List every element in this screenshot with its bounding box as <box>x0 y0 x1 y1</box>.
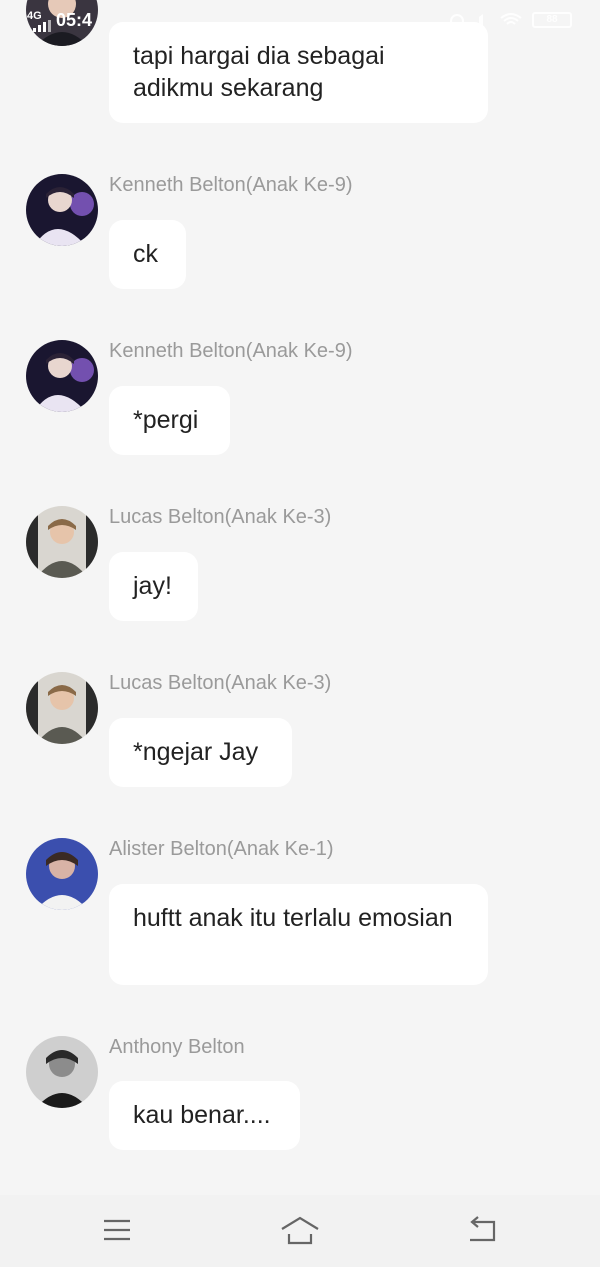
avatar[interactable] <box>26 1036 98 1108</box>
avatar-lucas <box>26 672 98 744</box>
avatar-kenneth <box>26 174 98 246</box>
message-bubble[interactable]: jay! <box>109 552 198 621</box>
message-text: kau benar.... <box>133 1101 271 1129</box>
message-text: huftt anak itu terlalu emosian <box>133 904 453 932</box>
home-icon <box>281 1216 319 1245</box>
avatar-alister <box>26 838 98 910</box>
message-bubble[interactable]: kau benar.... <box>109 1081 300 1150</box>
sender-name: Anthony Belton <box>109 1036 245 1058</box>
back-button[interactable] <box>462 1213 502 1247</box>
signal-icon <box>33 20 51 32</box>
message-text: *pergi <box>133 406 199 434</box>
avatar[interactable] <box>26 838 98 910</box>
avatar[interactable] <box>26 340 98 412</box>
avatar-kenneth <box>26 340 98 412</box>
sender-name: Alister Belton(Anak Ke-1) <box>109 838 334 860</box>
message-bubble[interactable]: huftt anak itu terlalu emosian <box>109 884 488 985</box>
system-nav-bar <box>0 1195 600 1267</box>
status-right-icons: 88 <box>448 12 572 28</box>
wifi-icon <box>500 13 522 25</box>
avatar[interactable] <box>26 506 98 578</box>
avatar[interactable] <box>26 672 98 744</box>
battery-icon: 88 <box>532 12 572 28</box>
avatar[interactable] <box>26 174 98 246</box>
sender-name: Lucas Belton(Anak Ke-3) <box>109 506 332 528</box>
back-icon <box>470 1216 496 1242</box>
sender-name: Kenneth Belton(Anak Ke-9) <box>109 174 353 196</box>
message-bubble[interactable]: *pergi <box>109 386 230 455</box>
avatar-lucas <box>26 506 98 578</box>
message-text: ck <box>133 240 158 268</box>
message-bubble[interactable]: *ngejar Jay <box>109 718 292 787</box>
sender-name: Lucas Belton(Anak Ke-3) <box>109 672 332 694</box>
menu-button[interactable] <box>97 1213 137 1247</box>
message-text: *ngejar Jay <box>133 738 259 766</box>
status-bar: 4G 05:4 88 <box>0 0 600 44</box>
clock: 05:4 <box>56 10 93 30</box>
avatar-anthony <box>26 1036 98 1108</box>
menu-icon <box>104 1219 130 1241</box>
message-text: jay! <box>133 572 172 600</box>
chat-list[interactable]: tapi hargai dia sebagai adikmu sekarang … <box>0 0 600 1195</box>
mute-icon <box>479 14 483 26</box>
home-button[interactable] <box>280 1213 320 1247</box>
sender-name: Kenneth Belton(Anak Ke-9) <box>109 340 353 362</box>
alarm-icon <box>450 14 464 28</box>
message-bubble[interactable]: ck <box>109 220 186 289</box>
message-text: tapi hargai dia sebagai adikmu sekarang <box>133 42 385 102</box>
